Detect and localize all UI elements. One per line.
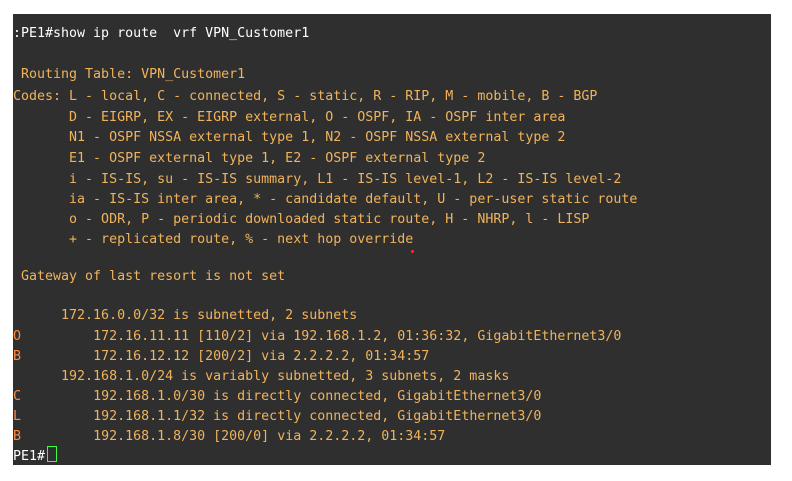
route-text: 192.168.1.1/32 is directly connected, Gi… <box>21 409 542 424</box>
terminal-window[interactable]: :PE1#show ip route vrf VPN_Customer1 Rou… <box>13 14 771 465</box>
route-row: B 192.168.1.8/30 [200/0] via 2.2.2.2, 01… <box>13 427 445 447</box>
routing-table-title: Routing Table: VPN_Customer1 <box>13 67 246 82</box>
route-text: 172.16.12.12 [200/2] via 2.2.2.2, 01:34:… <box>21 349 430 364</box>
red-marker-dot <box>411 250 414 253</box>
route-row: 172.16.0.0/32 is subnetted, 2 subnets <box>13 306 357 326</box>
route-row: L 192.168.1.1/32 is directly connected, … <box>13 407 541 427</box>
codes-line-7: o - ODR, P - periodic downloaded static … <box>13 212 590 227</box>
command-line: :PE1#show ip route vrf VPN_Customer1 <box>13 26 310 41</box>
final-prompt: PE1# <box>13 449 46 464</box>
codes-line-5: i - IS-IS, su - IS-IS summary, L1 - IS-I… <box>13 172 622 187</box>
route-text: 192.168.1.8/30 [200/0] via 2.2.2.2, 01:3… <box>21 429 446 444</box>
route-code: C <box>13 389 22 404</box>
route-text: 172.16.0.0/32 is subnetted, 2 subnets <box>13 308 358 323</box>
codes-line-3: N1 - OSPF NSSA external type 1, N2 - OSP… <box>13 130 566 145</box>
codes-line-2: D - EIGRP, EX - EIGRP external, O - OSPF… <box>13 110 566 125</box>
route-text: 192.168.1.0/24 is variably subnetted, 3 … <box>13 369 510 384</box>
route-code: B <box>13 349 22 364</box>
cursor-block <box>47 446 58 462</box>
route-row: B 172.16.12.12 [200/2] via 2.2.2.2, 01:3… <box>13 347 429 367</box>
codes-line-6: ia - IS-IS inter area, * - candidate def… <box>13 192 638 207</box>
route-row: 192.168.1.0/24 is variably subnetted, 3 … <box>13 367 509 387</box>
route-row: C 192.168.1.0/30 is directly connected, … <box>13 387 541 407</box>
final-prompt-line[interactable]: PE1# <box>13 446 58 465</box>
codes-line-8: + - replicated route, % - next hop overr… <box>13 232 414 247</box>
route-row: O 172.16.11.11 [110/2] via 192.168.1.2, … <box>13 327 621 347</box>
route-text: 172.16.11.11 [110/2] via 192.168.1.2, 01… <box>21 329 622 344</box>
route-code: L <box>13 409 22 424</box>
codes-line-1: Codes: L - local, C - connected, S - sta… <box>13 89 598 104</box>
route-code: B <box>13 429 22 444</box>
codes-line-4: E1 - OSPF external type 1, E2 - OSPF ext… <box>13 151 486 166</box>
route-code: O <box>13 329 22 344</box>
route-text: 192.168.1.0/30 is directly connected, Gi… <box>21 389 542 404</box>
gateway-line: Gateway of last resort is not set <box>13 269 286 284</box>
